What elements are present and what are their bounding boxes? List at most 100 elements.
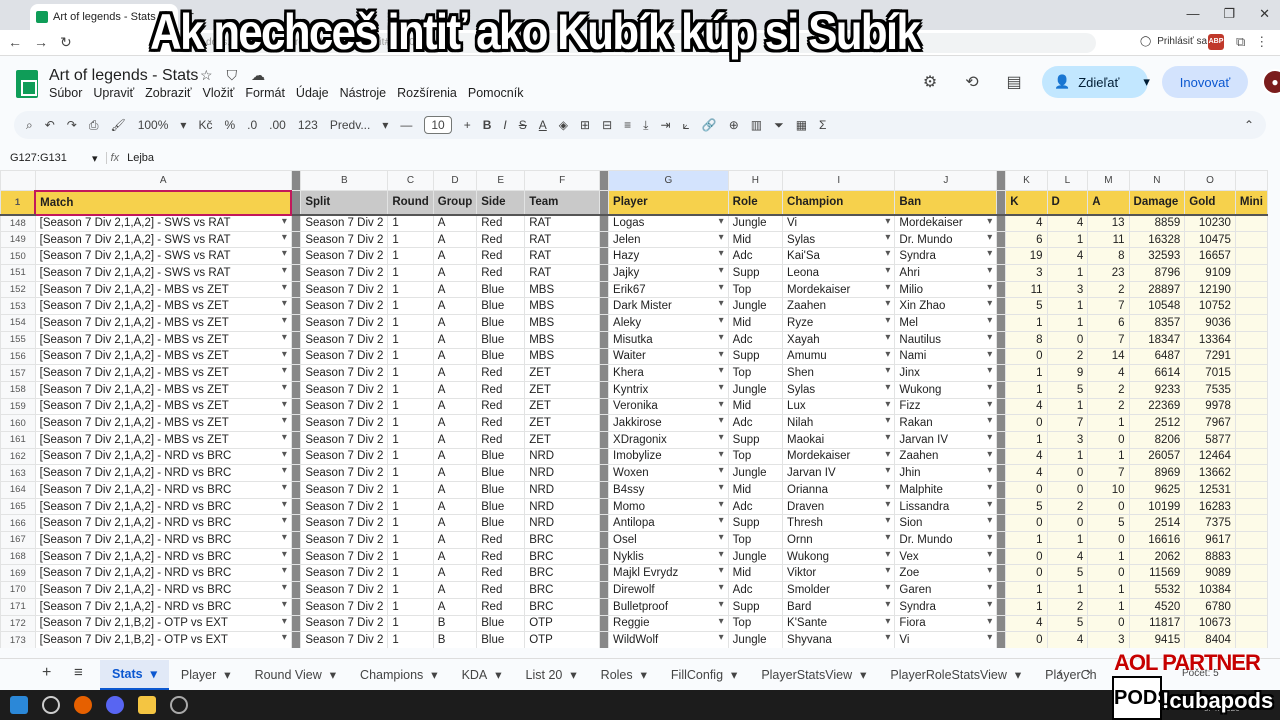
header-cell[interactable]: Group (432, 190, 478, 216)
table-cell[interactable]: 9 (1046, 364, 1089, 382)
table-cell[interactable]: Aleky (608, 314, 729, 332)
column-divider[interactable] (290, 214, 302, 232)
table-cell[interactable]: 4 (1087, 364, 1130, 382)
column-divider[interactable] (290, 481, 302, 499)
header-cell[interactable]: Role (727, 190, 784, 216)
table-cell[interactable]: B (432, 631, 478, 648)
align-vertical-icon[interactable]: ⤓ (643, 118, 648, 133)
table-cell[interactable]: 0 (1005, 631, 1048, 648)
table-cell[interactable]: ZET (524, 380, 601, 399)
table-cell[interactable]: RAT (524, 247, 601, 266)
column-divider[interactable] (290, 230, 302, 249)
column-header[interactable]: H (727, 170, 784, 191)
column-divider[interactable] (599, 364, 610, 382)
file-explorer-icon[interactable] (138, 696, 156, 714)
table-cell[interactable]: 8 (1005, 330, 1048, 349)
redo-icon[interactable]: ↷ (67, 118, 77, 132)
table-cell[interactable]: NRD (524, 497, 601, 516)
column-divider[interactable] (996, 564, 1007, 583)
column-divider[interactable] (996, 397, 1007, 416)
strikethrough-button[interactable]: S (519, 118, 527, 132)
column-divider[interactable] (996, 364, 1007, 382)
column-divider[interactable] (599, 464, 610, 482)
table-cell[interactable]: 7535 (1184, 380, 1236, 399)
table-cell[interactable]: RAT (524, 264, 601, 282)
table-cell[interactable]: 23 (1087, 264, 1130, 282)
table-cell[interactable]: 10 (1087, 481, 1130, 499)
table-cell[interactable]: Season 7 Div 2 (300, 481, 389, 499)
table-cell[interactable]: 10673 (1184, 614, 1236, 633)
table-cell[interactable]: Leona (782, 264, 896, 282)
table-cell[interactable]: 22369 (1128, 397, 1186, 416)
table-cell[interactable]: 11569 (1128, 564, 1186, 583)
table-cell[interactable]: 1 (1046, 581, 1089, 599)
column-divider[interactable] (996, 614, 1007, 633)
table-cell[interactable]: B (432, 614, 478, 633)
table-cell[interactable]: 6 (1005, 230, 1048, 249)
table-cell[interactable]: 4 (1005, 614, 1048, 633)
table-cell[interactable]: [Season 7 Div 2,1,A,2] - NRD vs BRC (34, 447, 292, 466)
table-cell[interactable]: 7967 (1184, 414, 1236, 432)
paint-format-icon[interactable]: 🖌 (110, 118, 125, 132)
table-cell[interactable]: MBS (524, 330, 601, 349)
table-cell[interactable]: Rakan (894, 414, 998, 432)
discord-icon[interactable] (106, 696, 124, 714)
table-cell[interactable]: 0 (1087, 614, 1130, 633)
column-divider[interactable] (996, 514, 1007, 533)
table-cell[interactable]: Season 7 Div 2 (300, 297, 389, 316)
column-divider[interactable] (290, 190, 302, 216)
table-cell[interactable] (1234, 514, 1268, 533)
column-divider[interactable] (290, 414, 302, 432)
table-cell[interactable]: 1 (387, 264, 434, 282)
column-header[interactable]: M (1087, 170, 1130, 191)
table-cell[interactable]: 1 (1087, 597, 1130, 616)
table-cell[interactable]: Season 7 Div 2 (300, 314, 389, 332)
text-rotate-icon[interactable]: ⟀ (683, 118, 690, 133)
comment-icon[interactable]: ⊕ (729, 118, 739, 132)
table-cell[interactable]: Garen (894, 581, 998, 599)
sheet-tab[interactable]: Round View ▾ (243, 660, 348, 690)
column-divider[interactable] (599, 430, 610, 449)
header-cell[interactable]: K (1005, 190, 1048, 216)
table-cell[interactable]: 7015 (1184, 364, 1236, 382)
table-cell[interactable]: 10384 (1184, 581, 1236, 599)
column-divider[interactable] (599, 214, 610, 232)
table-cell[interactable]: Red (476, 397, 526, 416)
close-window-icon[interactable]: ✕ (1259, 6, 1270, 22)
table-cell[interactable]: Mid (727, 230, 784, 249)
table-cell[interactable]: Season 7 Div 2 (300, 280, 389, 299)
table-cell[interactable]: Maokai (782, 430, 896, 449)
table-cell[interactable]: Red (476, 564, 526, 583)
table-cell[interactable]: 7 (1087, 330, 1130, 349)
column-divider[interactable] (996, 497, 1007, 516)
row-number[interactable]: 166 (0, 514, 36, 533)
table-cell[interactable]: Jarvan IV (782, 464, 896, 482)
all-sheets-icon[interactable]: ≡ (74, 664, 83, 681)
table-cell[interactable]: 10475 (1184, 230, 1236, 249)
column-divider[interactable] (599, 297, 610, 316)
table-cell[interactable]: Xayah (782, 330, 896, 349)
table-cell[interactable]: 9089 (1184, 564, 1236, 583)
table-cell[interactable]: A (432, 247, 478, 266)
table-cell[interactable]: Season 7 Div 2 (300, 464, 389, 482)
align-horizontal-icon[interactable]: ≡ (624, 118, 631, 132)
table-cell[interactable]: A (432, 230, 478, 249)
table-cell[interactable]: ZET (524, 364, 601, 382)
sheet-tab[interactable]: Champions ▾ (348, 660, 450, 690)
table-cell[interactable]: Shyvana (782, 631, 896, 648)
header-cell[interactable]: Side (476, 190, 526, 216)
table-cell[interactable]: 5 (1087, 514, 1130, 533)
row-number[interactable]: 164 (0, 481, 36, 499)
column-divider[interactable] (996, 170, 1007, 191)
table-cell[interactable]: Misutka (608, 330, 729, 349)
table-cell[interactable]: A (432, 280, 478, 299)
table-cell[interactable]: [Season 7 Div 2,1,A,2] - MBS vs ZET (34, 347, 292, 366)
table-cell[interactable]: Syndra (894, 247, 998, 266)
table-cell[interactable]: [Season 7 Div 2,1,A,2] - SWS vs RAT (34, 214, 292, 232)
table-cell[interactable]: Jinx (894, 364, 998, 382)
table-cell[interactable]: Red (476, 264, 526, 282)
table-cell[interactable]: Mid (727, 314, 784, 332)
table-cell[interactable]: 13 (1087, 214, 1130, 232)
table-cell[interactable]: 28897 (1128, 280, 1186, 299)
row-number[interactable]: 155 (0, 330, 36, 349)
